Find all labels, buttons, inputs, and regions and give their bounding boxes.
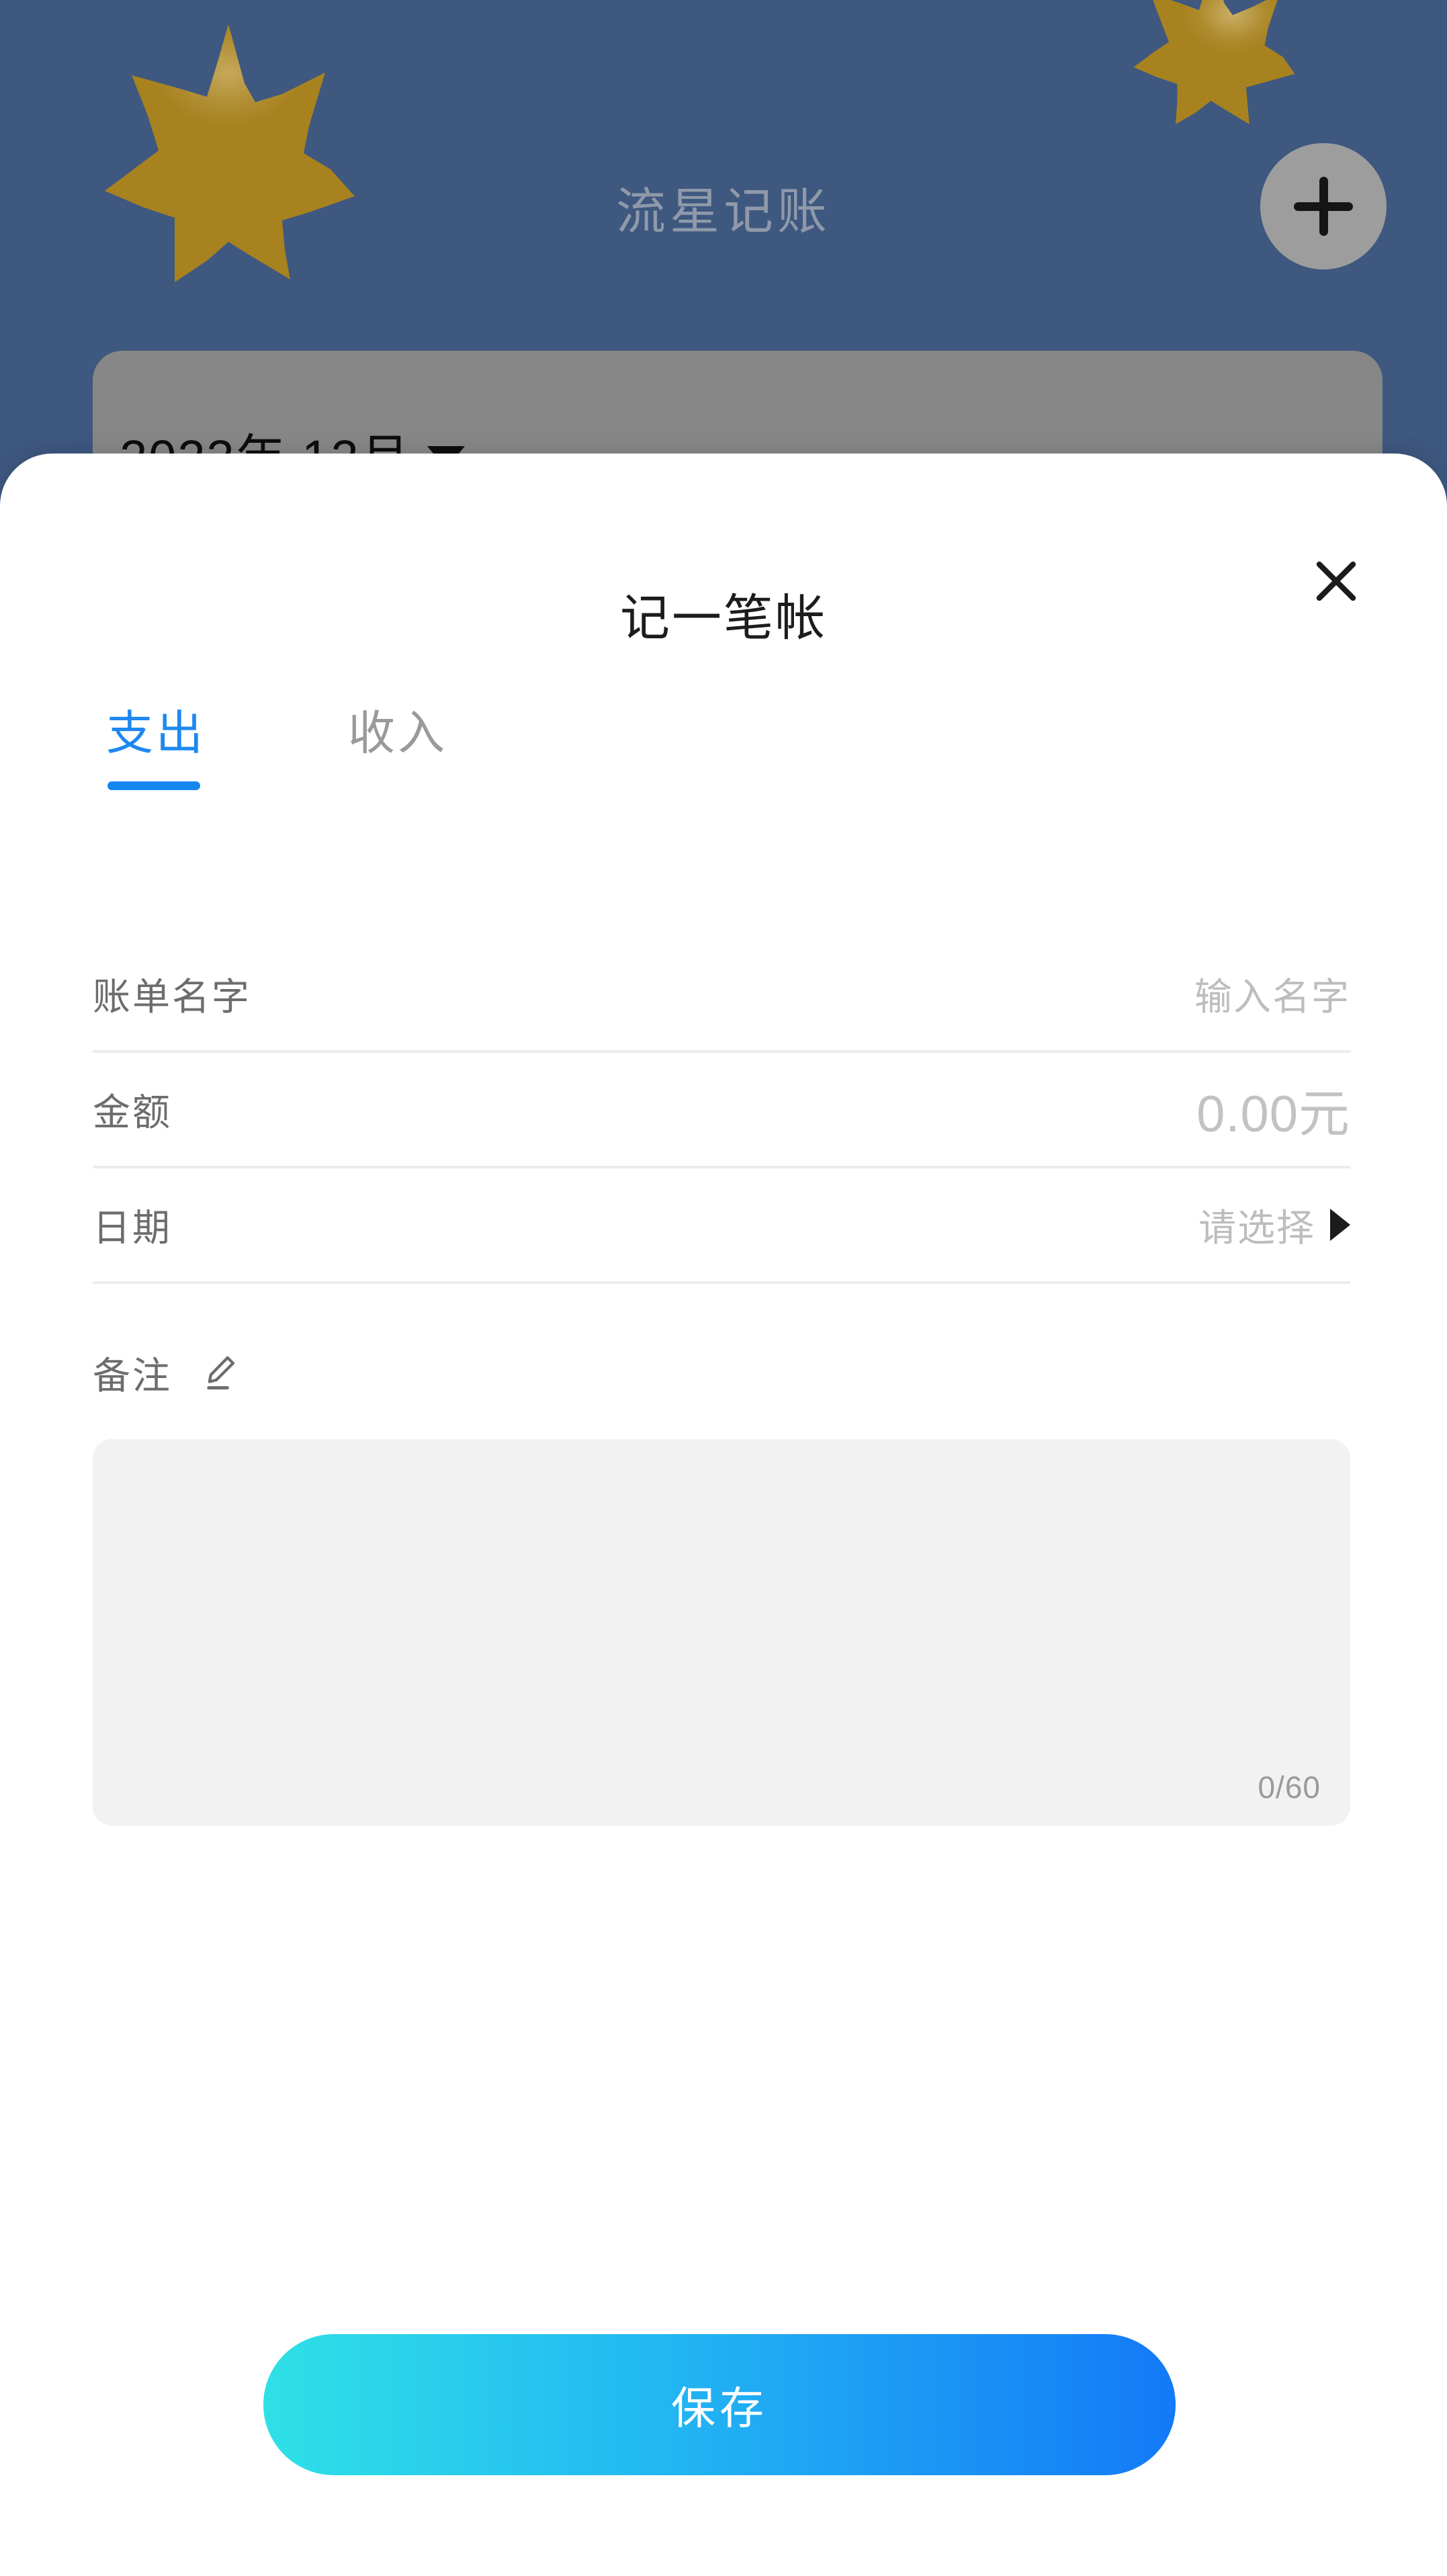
tab-income-label: 收入 [348, 707, 447, 759]
add-record-button[interactable] [1260, 143, 1387, 269]
field-row-amount[interactable]: 金额 0.00元 [93, 1053, 1350, 1168]
close-button[interactable] [1296, 541, 1376, 621]
remark-char-count: 0/60 [1258, 1770, 1321, 1805]
app-header: 流星记账 [0, 0, 1447, 282]
plus-icon [1319, 177, 1328, 236]
close-icon [1316, 561, 1356, 601]
remark-textarea[interactable]: 0/60 [93, 1439, 1350, 1826]
field-row-name[interactable]: 账单名字 输入名字 [93, 937, 1350, 1053]
remark-label: 备注 [93, 1355, 172, 1397]
record-form: 账单名字 输入名字 金额 0.00元 日期 请选择 备注 0/60 [93, 937, 1350, 1826]
field-label-amount: 金额 [93, 1090, 172, 1133]
tab-expense-label: 支出 [106, 707, 206, 759]
name-input[interactable]: 输入名字 [1194, 967, 1350, 1021]
field-label-date: 日期 [93, 1206, 172, 1249]
chevron-right-icon [1330, 1209, 1350, 1241]
date-picker-value-wrap[interactable]: 请选择 [1198, 1198, 1350, 1252]
add-record-sheet: 记一笔帐 支出 收入 账单名字 输入名字 金额 0.00元 日期 请选择 备注 … [0, 454, 1447, 2576]
amount-input[interactable]: 0.00元 [1196, 1072, 1350, 1146]
pencil-icon[interactable] [196, 1350, 242, 1396]
remark-header: 备注 [93, 1346, 1350, 1400]
save-button[interactable]: 保存 [263, 2334, 1176, 2475]
tab-expense[interactable]: 支出 [106, 695, 206, 790]
sheet-title: 记一笔帐 [620, 590, 827, 646]
tab-income[interactable]: 收入 [348, 695, 447, 790]
app-screen: 流星记账 2023年 12月 记一笔帐 支出 [0, 0, 1447, 2576]
type-tabs: 支出 收入 [106, 695, 447, 790]
save-bar: 保存 [0, 2287, 1447, 2576]
field-row-date[interactable]: 日期 请选择 [93, 1168, 1350, 1284]
app-title: 流星记账 [616, 183, 831, 239]
date-picker-value: 请选择 [1198, 1206, 1315, 1249]
field-label-name: 账单名字 [93, 975, 251, 1018]
